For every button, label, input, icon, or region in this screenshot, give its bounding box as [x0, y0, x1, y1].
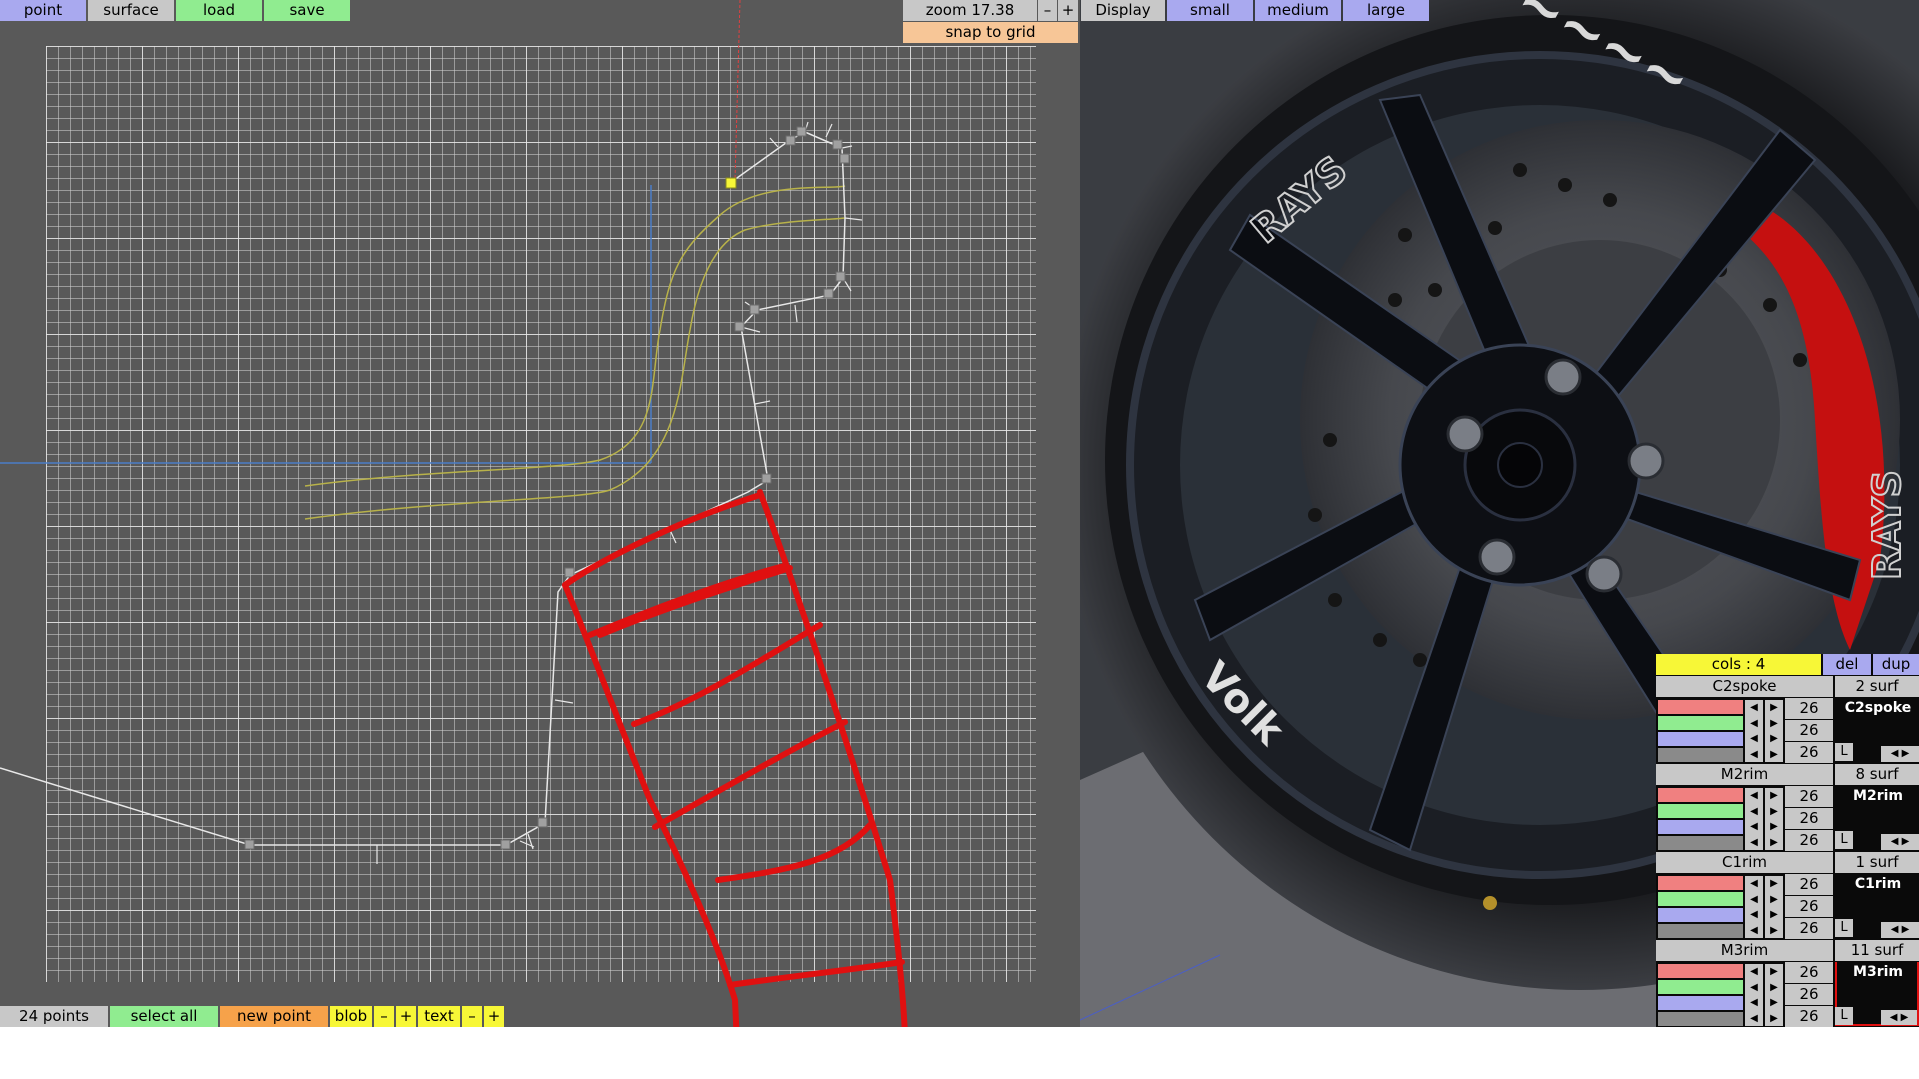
channel-value-1: 26	[1785, 786, 1833, 807]
arrow-right-icon[interactable]: ▶ ▶ ▶ ▶	[1765, 876, 1783, 938]
channel-blue-bar[interactable]	[1658, 820, 1743, 834]
channel-value-2: 26	[1785, 808, 1833, 829]
cols-label[interactable]: cols : 4	[1656, 654, 1821, 675]
control-points	[244, 126, 850, 850]
lock-toggle[interactable]: L	[1835, 919, 1853, 937]
new-point-button[interactable]: new point	[220, 1006, 328, 1027]
surface-group-name[interactable]: C2spoke	[1656, 676, 1833, 697]
channel-value-1: 26	[1785, 698, 1833, 719]
channel-value-2: 26	[1785, 984, 1833, 1005]
blob-label: blob	[330, 1006, 372, 1027]
arrow-left-icon[interactable]: ◀ ◀ ◀ ◀	[1745, 788, 1763, 850]
selected-point	[725, 177, 737, 189]
arrow-left-icon[interactable]: ◀ ◀ ◀ ◀	[1745, 964, 1763, 1026]
arrow-right-icon[interactable]: ▶ ▶ ▶ ▶	[1765, 700, 1783, 762]
profile-drawing[interactable]	[0, 0, 1080, 1027]
surface-group-name[interactable]: C1rim	[1656, 852, 1833, 873]
channel-red-bar[interactable]	[1658, 700, 1743, 714]
channel-blue-bar[interactable]	[1658, 996, 1743, 1010]
channel-grey-bar[interactable]	[1658, 836, 1743, 850]
surface-preview-label: M3rim	[1853, 964, 1903, 980]
surface-group-name[interactable]: M2rim	[1656, 764, 1833, 785]
save-button[interactable]: save	[264, 0, 350, 21]
zoom-out-button[interactable]: –	[1038, 0, 1057, 21]
blob-increase-button[interactable]: +	[396, 1006, 416, 1027]
channel-red-bar[interactable]	[1658, 964, 1743, 978]
channel-red-bar[interactable]	[1658, 788, 1743, 802]
valve-stem	[1483, 896, 1497, 910]
preview-arrows-icon[interactable]: ◀ ▶	[1881, 1010, 1917, 1025]
select-all-button[interactable]: select all	[110, 1006, 218, 1027]
channel-blue-bar[interactable]	[1658, 732, 1743, 746]
window-bottom-margin	[0, 1027, 1919, 1079]
display-small-button[interactable]: small	[1167, 0, 1253, 21]
surface-group-count: 11 surf	[1835, 940, 1919, 961]
surface-group[interactable]: M2rim 8 surf ◀ ◀ ◀ ◀ ▶ ▶ ▶ ▶ 26 26 26 M2rim L …	[1656, 764, 1919, 852]
surface-group[interactable]: C2spoke 2 surf ◀ ◀ ◀ ◀ ▶ ▶ ▶ ▶ 26 26 26 C2spok…	[1656, 676, 1919, 764]
lock-toggle[interactable]: L	[1835, 1007, 1853, 1025]
zoom-label: zoom 17.38	[903, 0, 1037, 21]
channel-value-2: 26	[1785, 720, 1833, 741]
channel-green-bar[interactable]	[1658, 804, 1743, 818]
channel-value-1: 26	[1785, 874, 1833, 895]
display-label: Display	[1081, 0, 1165, 21]
channel-green-bar[interactable]	[1658, 980, 1743, 994]
axis-red-dashed	[734, 0, 741, 181]
arrow-left-icon[interactable]: ◀ ◀ ◀ ◀	[1745, 876, 1763, 938]
channel-value-2: 26	[1785, 896, 1833, 917]
channel-blue-bar[interactable]	[1658, 908, 1743, 922]
surface-group[interactable]: C1rim 1 surf ◀ ◀ ◀ ◀ ▶ ▶ ▶ ▶ 26 26 26 C1rim L …	[1656, 852, 1919, 940]
surface-group-count: 8 surf	[1835, 764, 1919, 785]
mode-point-button[interactable]: point	[0, 0, 86, 21]
arrow-left-icon[interactable]: ◀ ◀ ◀ ◀	[1745, 700, 1763, 762]
surface-preview-label: M2rim	[1853, 788, 1903, 804]
display-large-button[interactable]: large	[1343, 0, 1429, 21]
red-sketch	[562, 489, 908, 1027]
lock-toggle[interactable]: L	[1835, 743, 1853, 761]
channel-value-3: 26	[1785, 918, 1833, 939]
channel-value-1: 26	[1785, 962, 1833, 983]
channel-grey-bar[interactable]	[1658, 924, 1743, 938]
channel-grey-bar[interactable]	[1658, 748, 1743, 762]
profile-polyline	[0, 131, 846, 846]
load-button[interactable]: load	[176, 0, 262, 21]
arrow-right-icon[interactable]: ▶ ▶ ▶ ▶	[1765, 964, 1783, 1026]
surface-group[interactable]: M3rim 11 surf ◀ ◀ ◀ ◀ ▶ ▶ ▶ ▶ 26 26 26 M3rim L…	[1656, 940, 1919, 1027]
surface-group-name[interactable]: M3rim	[1656, 940, 1833, 961]
channel-value-3: 26	[1785, 742, 1833, 763]
channel-green-bar[interactable]	[1658, 716, 1743, 730]
surface-group-count: 2 surf	[1835, 676, 1919, 697]
text-decrease-button[interactable]: –	[462, 1006, 482, 1027]
surface-panel[interactable]: cols : 4 del dup C2spoke 2 surf ◀ ◀ ◀ ◀ ▶ ▶ ▶…	[1656, 654, 1919, 1027]
preview-arrows-icon[interactable]: ◀ ▶	[1881, 834, 1919, 850]
rim-logo-rays-right: RAYS	[1865, 470, 1909, 580]
channel-red-bar[interactable]	[1658, 876, 1743, 890]
surface-preview-label: C2spoke	[1844, 700, 1912, 716]
preview-arrows-icon[interactable]: ◀ ▶	[1881, 922, 1919, 938]
mode-surface-button[interactable]: surface	[88, 0, 174, 21]
zoom-in-button[interactable]: +	[1058, 0, 1078, 21]
blob-decrease-button[interactable]: –	[374, 1006, 394, 1027]
points-count: 24 points	[0, 1006, 108, 1027]
arrow-right-icon[interactable]: ▶ ▶ ▶ ▶	[1765, 788, 1783, 850]
text-increase-button[interactable]: +	[484, 1006, 504, 1027]
surface-preview-label: C1rim	[1854, 876, 1902, 892]
display-medium-button[interactable]: medium	[1255, 0, 1341, 21]
lock-toggle[interactable]: L	[1835, 831, 1853, 849]
preview-arrows-icon[interactable]: ◀ ▶	[1881, 746, 1919, 762]
channel-value-3: 26	[1785, 830, 1833, 851]
profile-editor-canvas[interactable]	[0, 0, 1080, 1027]
offset-curve-outer	[304, 185, 846, 487]
delete-surface-button[interactable]: del	[1823, 654, 1871, 675]
channel-grey-bar[interactable]	[1658, 1012, 1743, 1026]
snap-to-grid-button[interactable]: snap to grid	[903, 22, 1078, 43]
duplicate-surface-button[interactable]: dup	[1873, 654, 1919, 675]
channel-green-bar[interactable]	[1658, 892, 1743, 906]
channel-value-3: 26	[1785, 1006, 1833, 1027]
text-label: text	[418, 1006, 460, 1027]
surface-group-count: 1 surf	[1835, 852, 1919, 873]
